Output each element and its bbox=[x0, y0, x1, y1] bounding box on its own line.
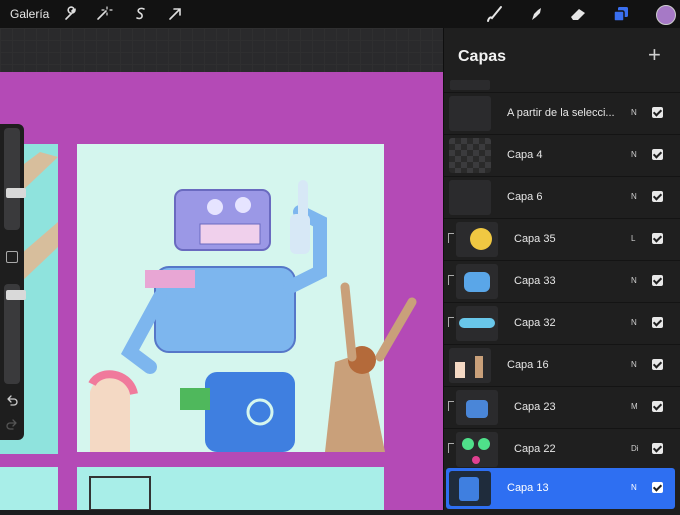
layer-thumbnail bbox=[449, 96, 491, 131]
visibility-checkbox[interactable] bbox=[652, 233, 663, 244]
layer-name: A partir de la selecci... bbox=[507, 107, 615, 119]
blend-mode[interactable]: N bbox=[631, 108, 637, 117]
blend-mode[interactable]: N bbox=[631, 318, 637, 327]
eraser-icon[interactable] bbox=[568, 4, 588, 24]
transform-arrow-icon[interactable] bbox=[165, 4, 185, 24]
layer-row[interactable]: A partir de la selecci... N bbox=[444, 92, 680, 134]
opacity-slider[interactable] bbox=[4, 284, 26, 384]
brush-sliders bbox=[0, 124, 26, 440]
layer-thumbnail bbox=[449, 348, 491, 383]
layer-row[interactable]: Capa 22 Di bbox=[444, 428, 680, 470]
artwork-canvas[interactable] bbox=[0, 72, 445, 511]
layer-thumbnail bbox=[456, 264, 498, 299]
layer-thumbnail bbox=[449, 138, 491, 173]
visibility-checkbox[interactable] bbox=[652, 317, 663, 328]
brush-size-slider[interactable] bbox=[4, 128, 26, 230]
layer-row[interactable]: Capa 6 N bbox=[444, 176, 680, 218]
layer-row[interactable]: Capa 32 N bbox=[444, 302, 680, 344]
opacity-thumb[interactable] bbox=[6, 290, 26, 300]
top-toolbar: Galería bbox=[0, 0, 680, 28]
layer-row[interactable]: Capa 23 M bbox=[444, 386, 680, 428]
layer-thumbnail bbox=[456, 432, 498, 467]
gallery-button[interactable]: Galería bbox=[10, 7, 49, 21]
layer-name: Capa 4 bbox=[507, 149, 543, 161]
visibility-checkbox[interactable] bbox=[652, 149, 663, 160]
selection-s-icon[interactable] bbox=[131, 4, 151, 24]
smudge-icon[interactable] bbox=[526, 4, 546, 24]
layer-thumbnail bbox=[449, 180, 491, 215]
layers-panel: Capas + A partir de la selecci... N Capa… bbox=[443, 28, 680, 510]
layer-thumbnail bbox=[456, 222, 498, 257]
visibility-checkbox[interactable] bbox=[652, 482, 663, 493]
undo-icon[interactable] bbox=[5, 394, 19, 408]
layer-row[interactable]: Capa 35 L bbox=[444, 218, 680, 260]
eyedropper-square[interactable] bbox=[6, 251, 18, 263]
layer-name: Capa 32 bbox=[514, 317, 556, 329]
layer-name: Capa 35 bbox=[514, 233, 556, 245]
blend-mode[interactable]: Di bbox=[631, 444, 639, 453]
blend-mode[interactable]: M bbox=[631, 402, 638, 411]
redo-icon[interactable] bbox=[5, 418, 19, 432]
visibility-checkbox[interactable] bbox=[652, 107, 663, 118]
add-layer-button[interactable]: + bbox=[648, 42, 661, 68]
comic-artwork bbox=[0, 144, 417, 511]
blend-mode[interactable]: N bbox=[631, 276, 637, 285]
visibility-checkbox[interactable] bbox=[652, 191, 663, 202]
layer-group-header[interactable] bbox=[450, 80, 490, 90]
layer-name: Capa 22 bbox=[514, 443, 556, 455]
panel-title: Capas bbox=[458, 48, 507, 65]
canvas-grid bbox=[0, 28, 445, 72]
blend-mode[interactable]: N bbox=[631, 192, 637, 201]
clipping-mask-icon bbox=[448, 443, 454, 453]
layer-thumbnail bbox=[449, 471, 491, 506]
visibility-checkbox[interactable] bbox=[652, 443, 663, 454]
clipping-mask-icon bbox=[448, 401, 454, 411]
visibility-checkbox[interactable] bbox=[652, 401, 663, 412]
layer-name: Capa 13 bbox=[507, 482, 549, 494]
blend-mode[interactable]: L bbox=[631, 234, 635, 243]
layer-row[interactable]: Capa 16 N bbox=[444, 344, 680, 386]
layer-name: Capa 16 bbox=[507, 359, 549, 371]
layer-row-selected[interactable]: Capa 13 N bbox=[446, 468, 675, 509]
clipping-mask-icon bbox=[448, 275, 454, 285]
layer-thumbnail bbox=[456, 390, 498, 425]
wrench-icon[interactable] bbox=[60, 4, 80, 24]
blend-mode[interactable]: N bbox=[631, 483, 637, 492]
layer-row[interactable]: Capa 4 N bbox=[444, 134, 680, 176]
clipping-mask-icon bbox=[448, 317, 454, 327]
layers-icon[interactable] bbox=[611, 4, 631, 24]
layer-name: Capa 23 bbox=[514, 401, 556, 413]
magic-wand-icon[interactable] bbox=[93, 4, 113, 24]
layer-name: Capa 6 bbox=[507, 191, 543, 203]
visibility-checkbox[interactable] bbox=[652, 275, 663, 286]
layer-row[interactable]: Capa 33 N bbox=[444, 260, 680, 302]
brush-icon[interactable] bbox=[484, 4, 504, 24]
color-swatch[interactable] bbox=[656, 5, 676, 25]
layer-name: Capa 33 bbox=[514, 275, 556, 287]
clipping-mask-icon bbox=[448, 233, 454, 243]
visibility-checkbox[interactable] bbox=[652, 359, 663, 370]
layer-thumbnail bbox=[456, 306, 498, 341]
blend-mode[interactable]: N bbox=[631, 150, 637, 159]
brush-size-thumb[interactable] bbox=[6, 188, 26, 198]
blend-mode[interactable]: N bbox=[631, 360, 637, 369]
